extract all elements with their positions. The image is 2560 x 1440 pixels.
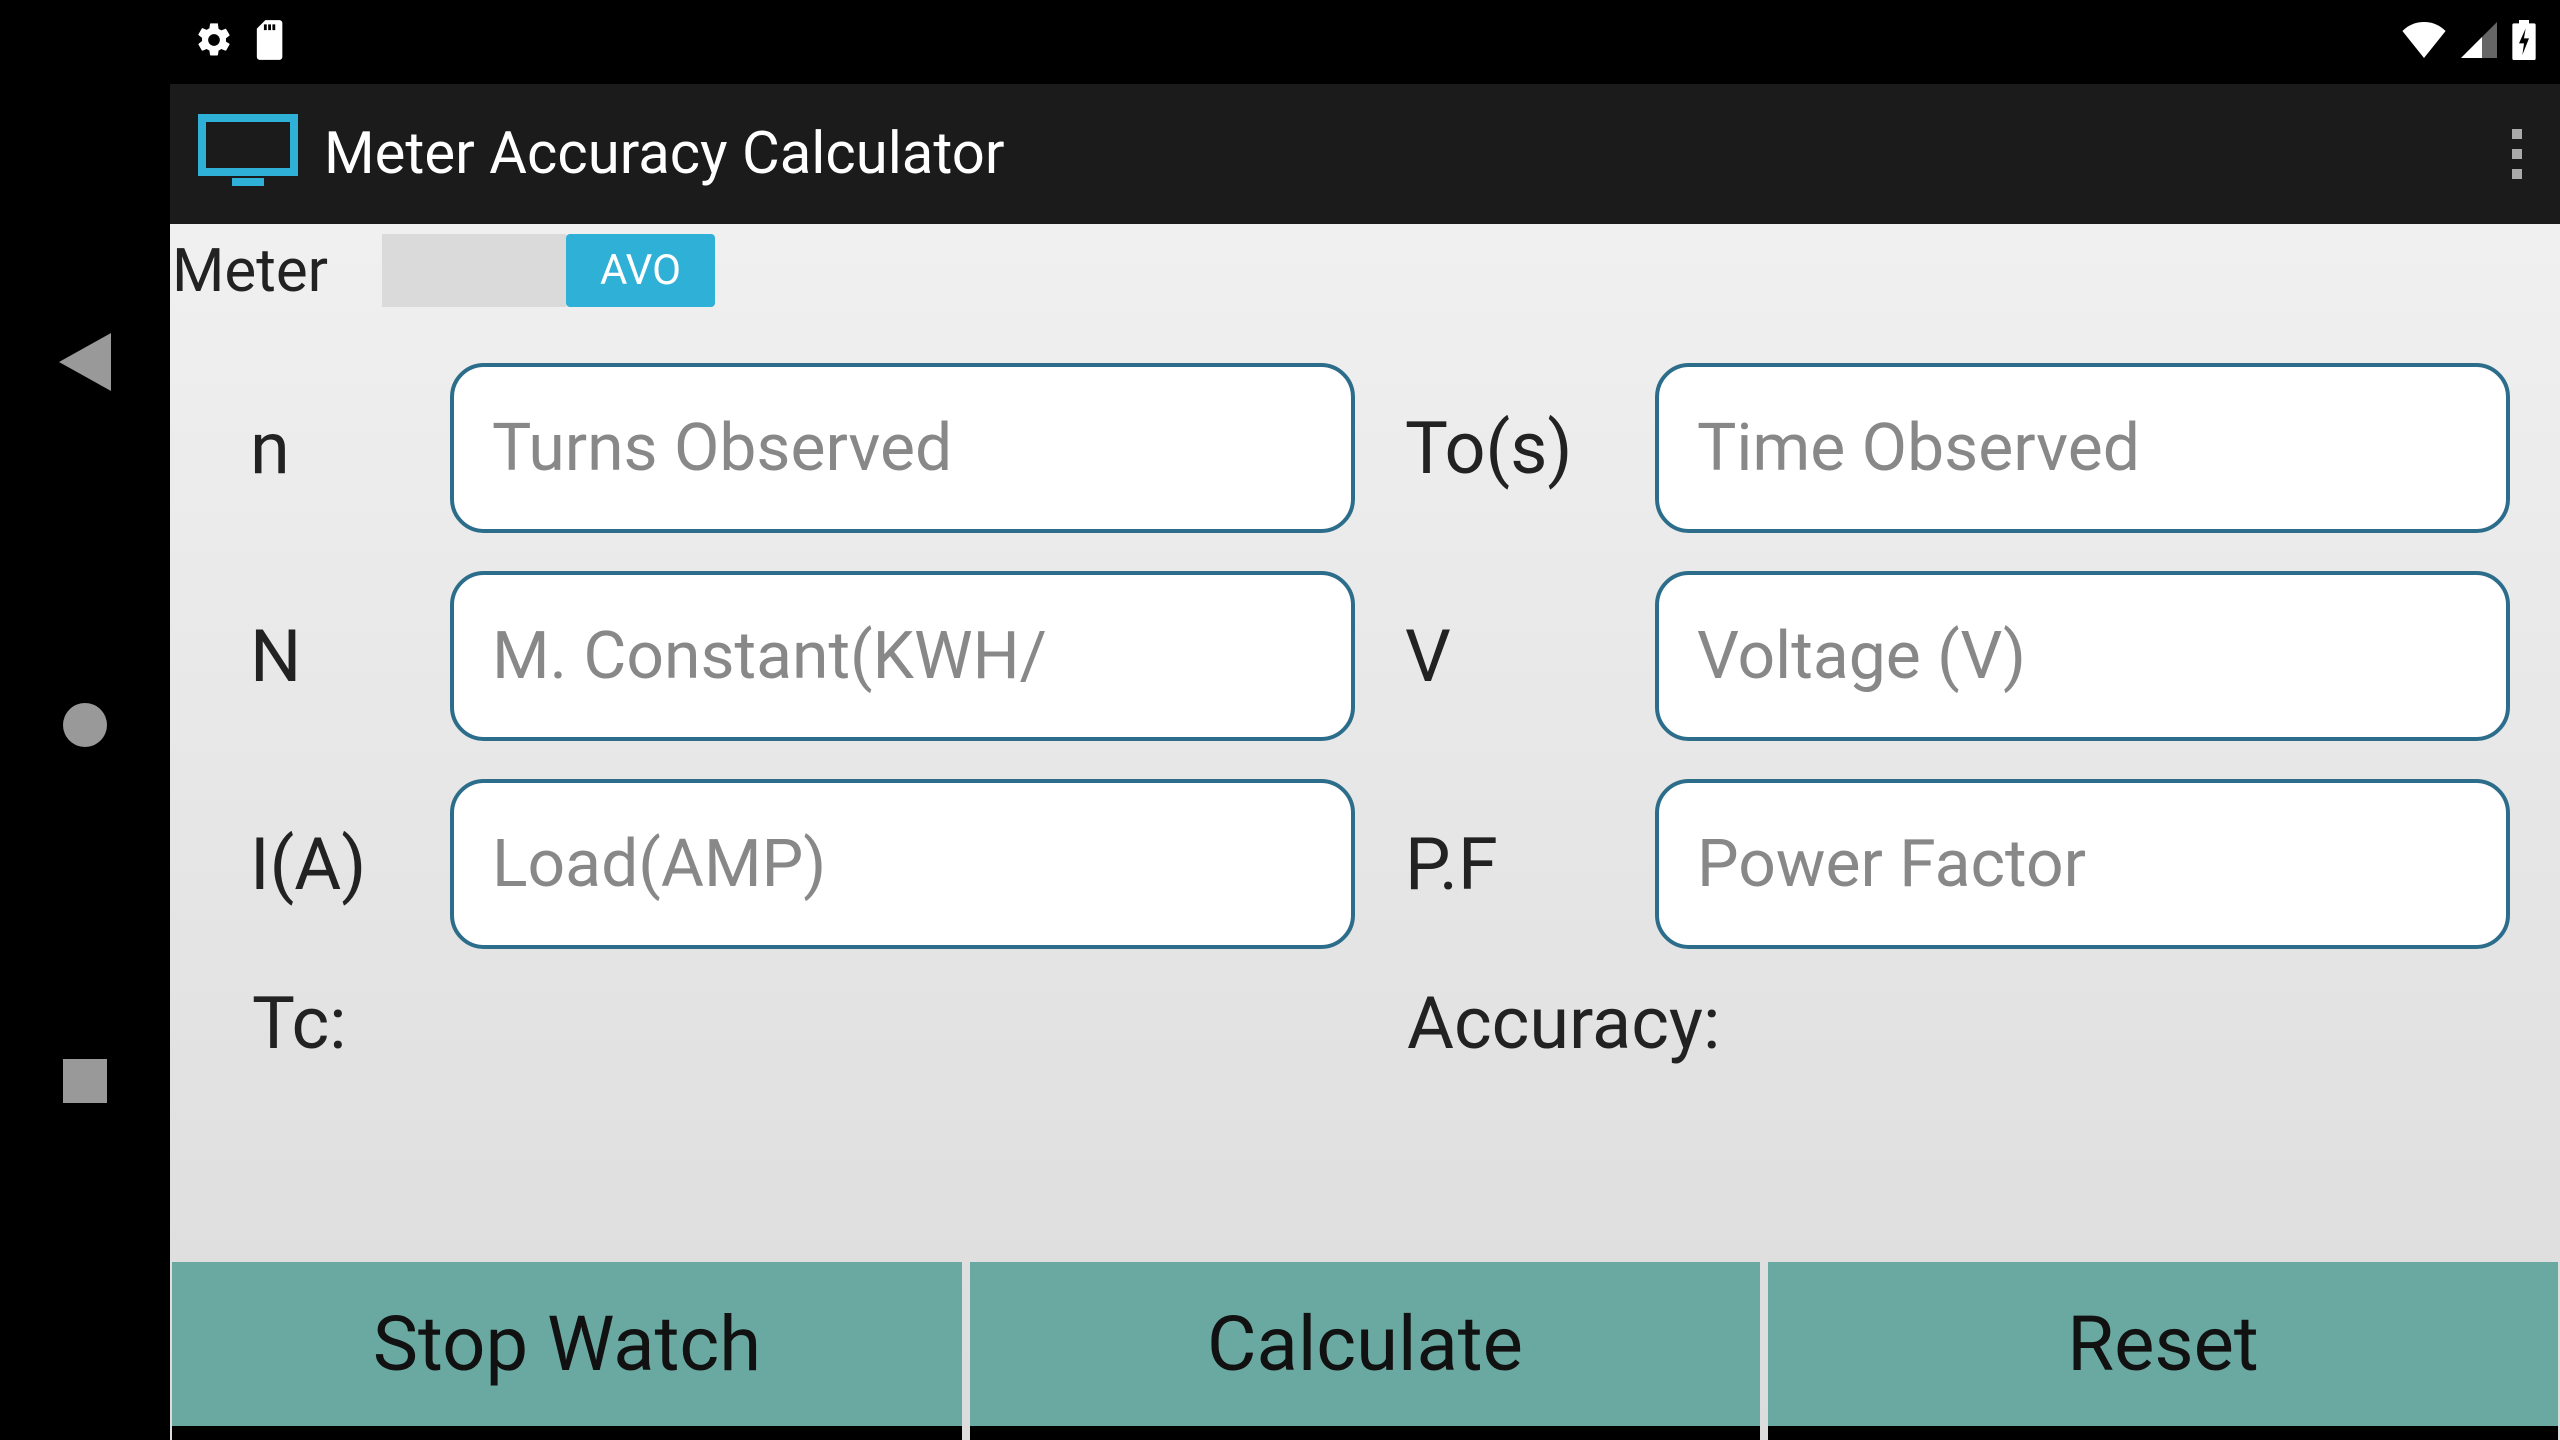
reset-button[interactable]: Reset	[1768, 1262, 2558, 1440]
cell-signal-icon	[2460, 22, 2498, 62]
input-power-factor[interactable]: Power Factor	[1655, 779, 2510, 949]
content-area: Meter AVO n Turns Observed To(s) Time Ob…	[170, 224, 2560, 1440]
app-logo-icon	[198, 112, 298, 196]
home-icon[interactable]	[61, 701, 109, 753]
result-row: Tc: Accuracy:	[170, 949, 2560, 1066]
input-load-amp[interactable]: Load(AMP)	[450, 779, 1355, 949]
form-grid: n Turns Observed To(s) Time Observed N M…	[170, 307, 2560, 949]
label-PF: P.F	[1405, 822, 1655, 907]
input-m-constant[interactable]: M. Constant(KWH/	[450, 571, 1355, 741]
settings-icon	[194, 20, 234, 64]
label-IA: I(A)	[250, 822, 450, 907]
main-area: Meter Accuracy Calculator Meter AVO n Tu…	[170, 0, 2560, 1440]
field-PF: P.F Power Factor	[1405, 779, 2510, 949]
label-n: n	[250, 406, 450, 491]
button-row: Stop Watch Calculate Reset	[170, 1260, 2560, 1440]
input-voltage[interactable]: Voltage (V)	[1655, 571, 2510, 741]
meter-tab-inactive[interactable]	[382, 234, 566, 307]
input-turns-observed[interactable]: Turns Observed	[450, 363, 1355, 533]
label-N: N	[250, 614, 450, 699]
wifi-icon	[2402, 22, 2446, 62]
app-title: Meter Accuracy Calculator	[324, 120, 1004, 188]
android-nav-bar	[0, 0, 170, 1440]
result-accuracy-label: Accuracy:	[1405, 981, 2510, 1066]
field-to: To(s) Time Observed	[1405, 363, 2510, 533]
recents-icon[interactable]	[63, 1059, 107, 1107]
meter-tabs: AVO	[382, 234, 715, 307]
meter-tab-avo[interactable]: AVO	[566, 234, 715, 307]
label-to: To(s)	[1405, 406, 1655, 491]
field-V: V Voltage (V)	[1405, 571, 2510, 741]
calculate-button[interactable]: Calculate	[970, 1262, 1760, 1440]
meter-type-row: Meter AVO	[170, 224, 2560, 307]
app-bar: Meter Accuracy Calculator	[170, 84, 2560, 224]
overflow-menu-icon[interactable]	[2502, 113, 2532, 195]
field-n: n Turns Observed	[250, 363, 1355, 533]
back-icon[interactable]	[59, 333, 111, 395]
meter-label: Meter	[170, 235, 342, 306]
field-IA: I(A) Load(AMP)	[250, 779, 1355, 949]
result-tc-label: Tc:	[250, 981, 1355, 1066]
label-V: V	[1405, 614, 1655, 699]
status-bar	[170, 0, 2560, 84]
input-time-observed[interactable]: Time Observed	[1655, 363, 2510, 533]
battery-icon	[2512, 20, 2536, 64]
sd-card-icon	[254, 20, 288, 64]
field-N: N M. Constant(KWH/	[250, 571, 1355, 741]
stopwatch-button[interactable]: Stop Watch	[172, 1262, 962, 1440]
